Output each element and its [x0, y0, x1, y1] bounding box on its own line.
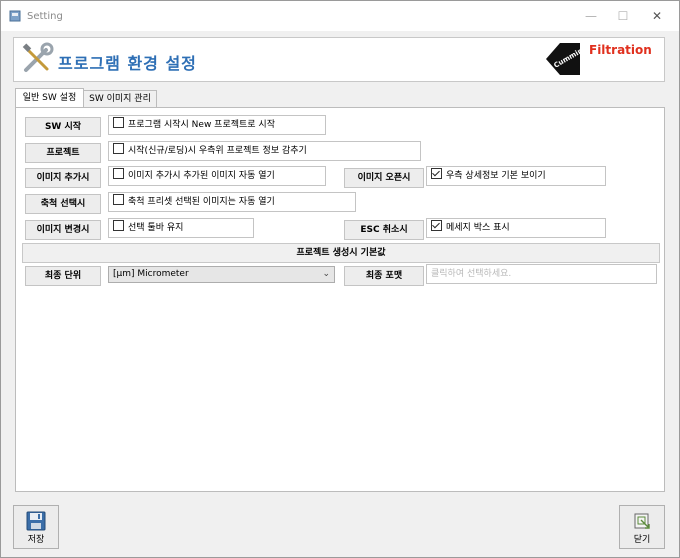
- sw-start-label: SW 시작: [25, 117, 101, 137]
- final-format-label: 최종 포맷: [344, 266, 424, 286]
- settings-window: Setting — ☐ ✕ 프로그램 환경 설정 Cummins Filtrat…: [0, 0, 680, 558]
- sw-start-checkbox[interactable]: [113, 117, 124, 128]
- cummins-logo: Cummins: [546, 43, 582, 75]
- close-button[interactable]: 닫기: [619, 505, 665, 549]
- chevron-down-icon[interactable]: ⌄: [322, 267, 330, 282]
- save-button-label: 저장: [27, 535, 45, 545]
- final-unit-select[interactable]: [μm] Micrometer ⌄: [108, 266, 335, 283]
- app-icon: [9, 10, 21, 22]
- final-format-input[interactable]: 클릭하여 선택하세요.: [426, 264, 657, 284]
- image-open-label: 이미지 오픈시: [344, 168, 424, 188]
- project-option-text: 시작(신규/로딩)시 우측위 프로젝트 정보 감추기: [128, 146, 307, 156]
- esc-cancel-option[interactable]: 메세지 박스 표시: [426, 218, 606, 238]
- final-unit-label: 최종 단위: [25, 266, 101, 286]
- image-add-option-text: 이미지 추가시 추가된 이미지 자동 열기: [128, 171, 275, 181]
- window-title: Setting: [27, 11, 63, 22]
- tools-icon: [22, 42, 54, 72]
- title-bar: Setting — ☐ ✕: [1, 1, 679, 31]
- tab-general-sw-settings[interactable]: 일반 SW 설정: [15, 88, 84, 109]
- final-unit-value: [μm] Micrometer: [113, 269, 189, 279]
- image-add-option[interactable]: 이미지 추가시 추가된 이미지 자동 열기: [108, 166, 326, 186]
- brand-text: Filtration: [589, 43, 652, 57]
- project-defaults-section-title: 프로젝트 생성시 기본값: [22, 243, 660, 263]
- image-open-option-text: 우측 상세정보 기본 보이기: [446, 171, 546, 181]
- header-banner: 프로그램 환경 설정 Cummins Filtration: [13, 37, 665, 82]
- esc-cancel-option-text: 메세지 박스 표시: [446, 223, 510, 233]
- esc-cancel-label: ESC 취소시: [344, 220, 424, 240]
- image-change-option-text: 선택 툴바 유지: [128, 223, 184, 233]
- image-add-checkbox[interactable]: [113, 168, 124, 179]
- page-title: 프로그램 환경 설정: [58, 54, 197, 73]
- scale-select-option-text: 축척 프리셋 선택된 이미지는 자동 열기: [128, 197, 275, 207]
- image-open-option[interactable]: 우측 상세정보 기본 보이기: [426, 166, 606, 186]
- esc-cancel-checkbox[interactable]: [431, 220, 442, 231]
- scale-select-option[interactable]: 축척 프리셋 선택된 이미지는 자동 열기: [108, 192, 356, 212]
- close-window-button[interactable]: ✕: [647, 7, 667, 25]
- project-checkbox[interactable]: [113, 143, 124, 154]
- scale-select-checkbox[interactable]: [113, 194, 124, 205]
- image-open-checkbox[interactable]: [431, 168, 442, 179]
- minimize-button[interactable]: —: [581, 7, 601, 25]
- tab-sw-image-management[interactable]: SW 이미지 관리: [83, 90, 157, 108]
- project-label: 프로젝트: [25, 143, 101, 163]
- maximize-button[interactable]: ☐: [613, 7, 633, 25]
- image-change-label: 이미지 변경시: [25, 220, 101, 240]
- image-change-checkbox[interactable]: [113, 220, 124, 231]
- settings-panel: SW 시작 프로그램 시작시 New 프로젝트로 시작 프로젝트 시작(신규/로…: [15, 107, 665, 492]
- close-button-label: 닫기: [633, 535, 651, 545]
- exit-icon: [634, 513, 650, 529]
- save-button[interactable]: 저장: [13, 505, 59, 549]
- scale-select-label: 축척 선택시: [25, 194, 101, 214]
- image-add-label: 이미지 추가시: [25, 168, 101, 188]
- project-option[interactable]: 시작(신규/로딩)시 우측위 프로젝트 정보 감추기: [108, 141, 421, 161]
- sw-start-option[interactable]: 프로그램 시작시 New 프로젝트로 시작: [108, 115, 326, 135]
- image-change-option[interactable]: 선택 툴바 유지: [108, 218, 254, 238]
- floppy-disk-icon: [26, 511, 46, 531]
- sw-start-option-text: 프로그램 시작시 New 프로젝트로 시작: [128, 120, 275, 130]
